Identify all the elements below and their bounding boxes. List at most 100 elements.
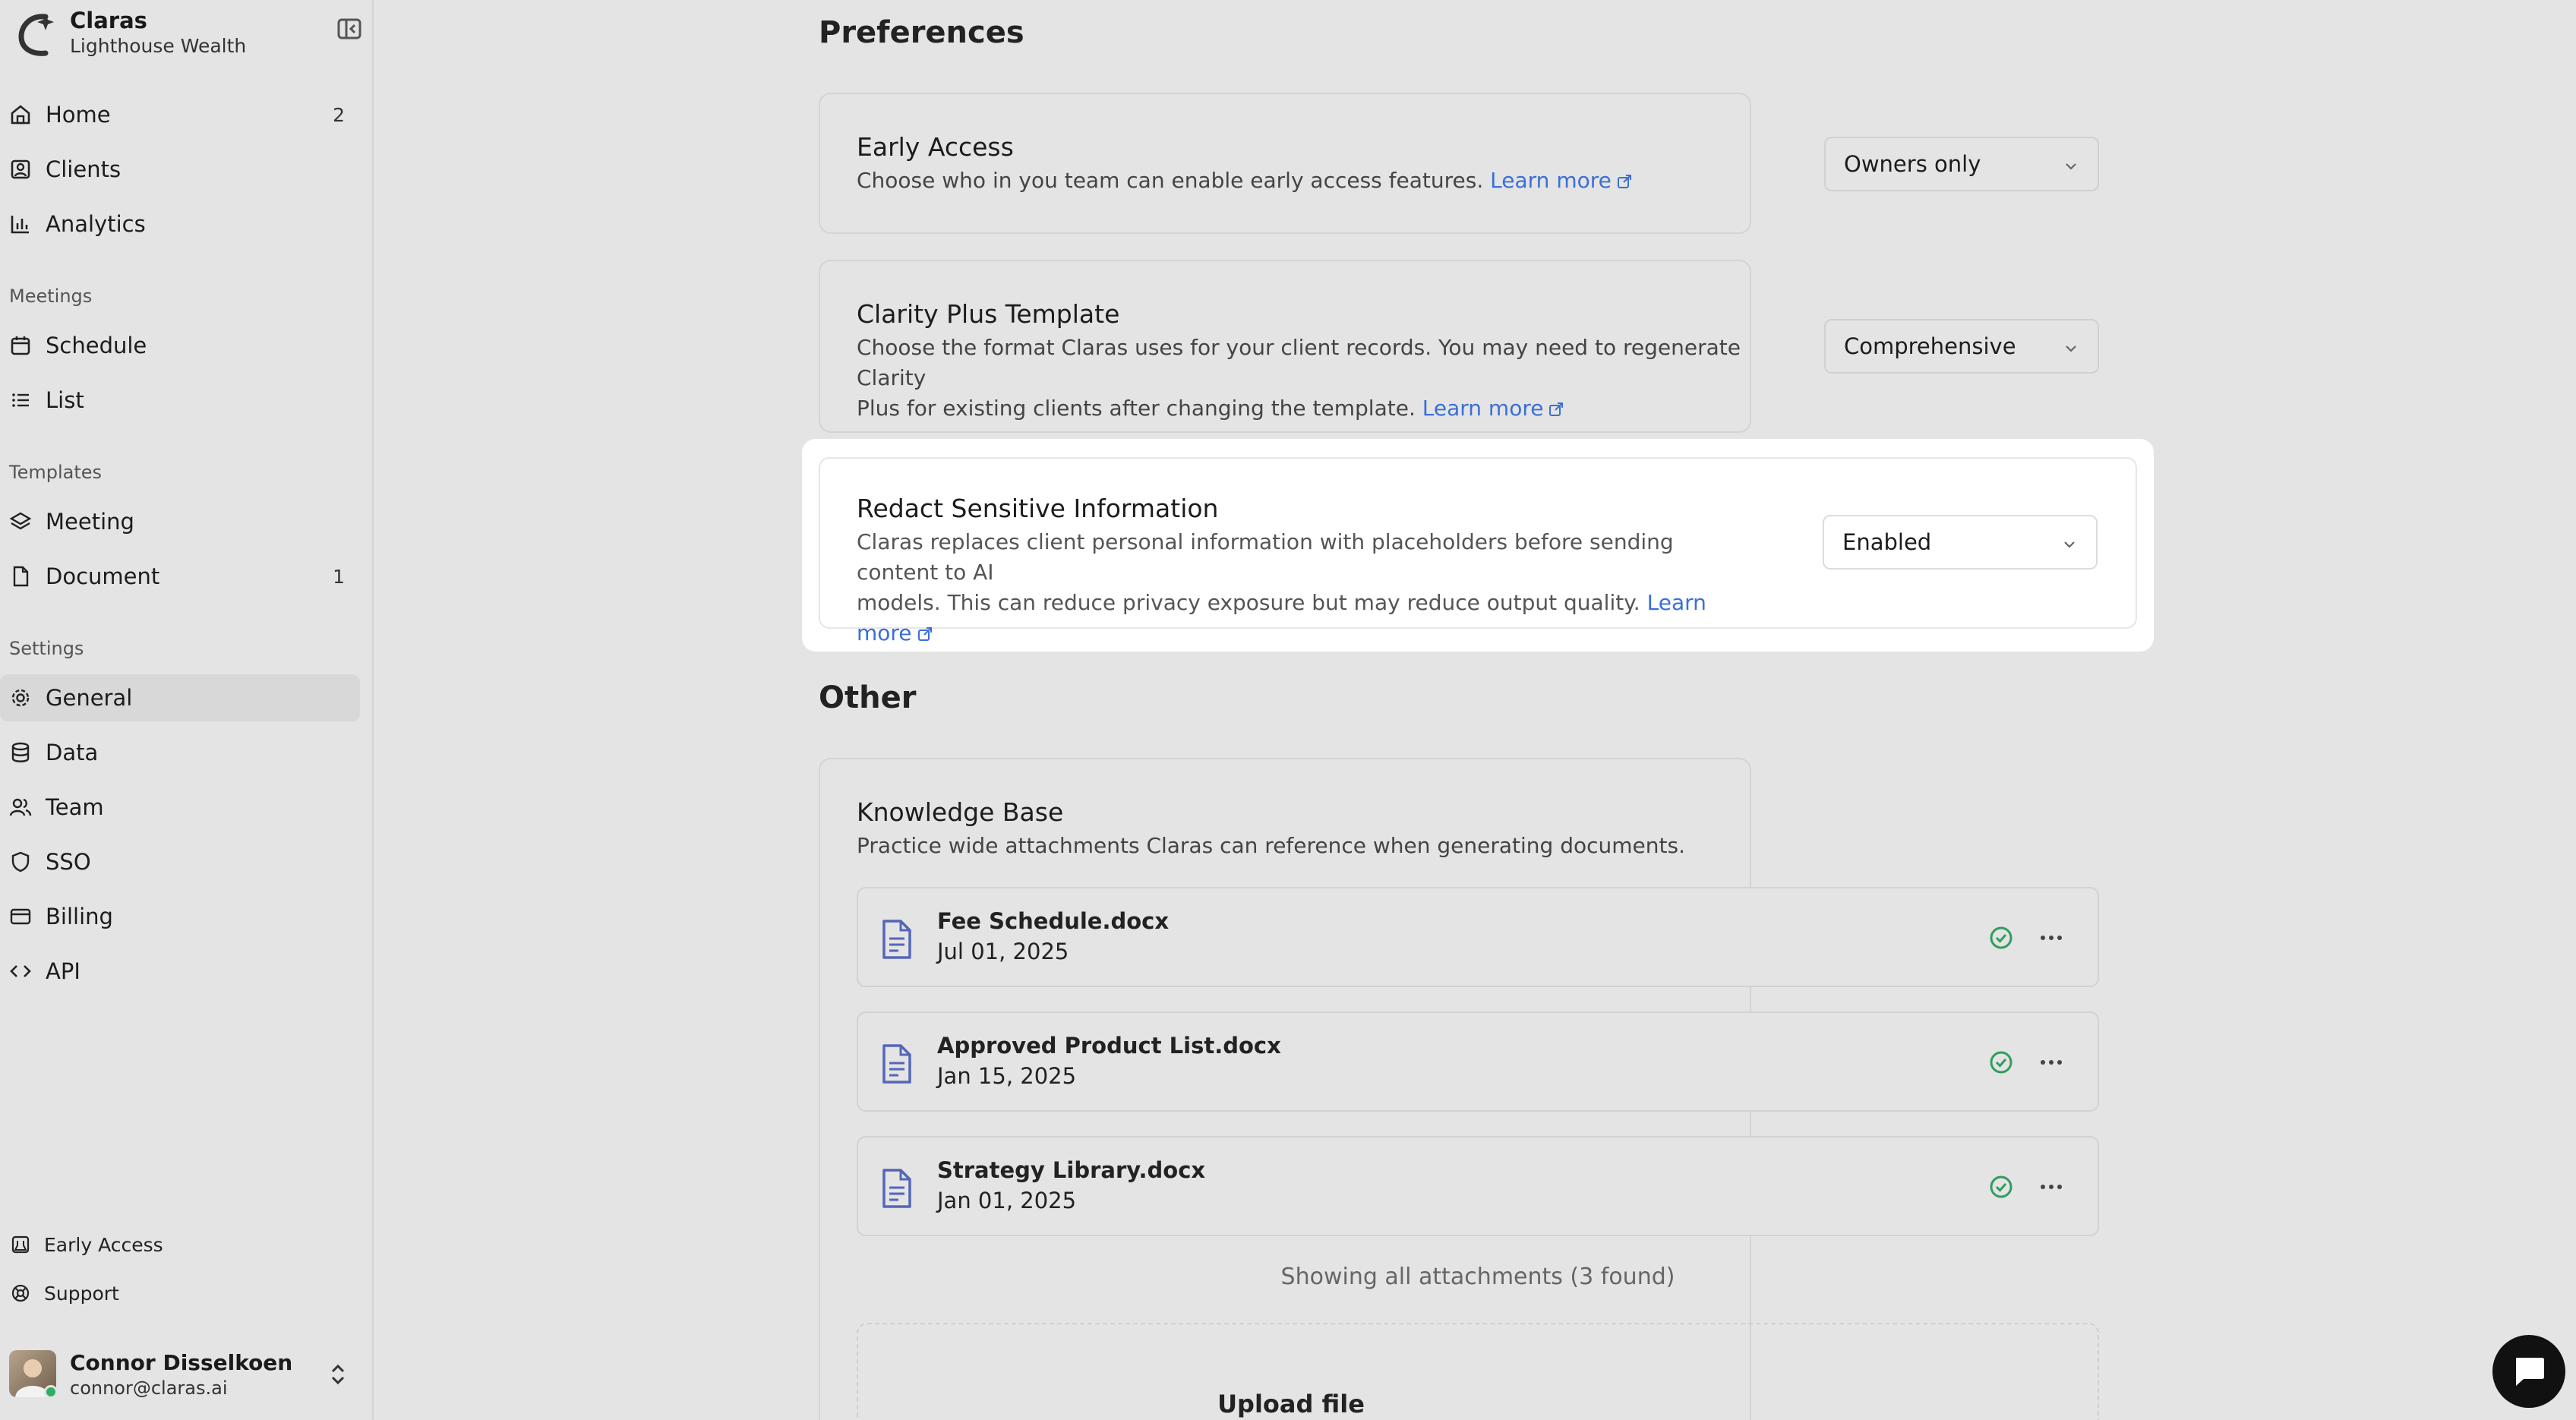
- file-text-icon: [882, 920, 911, 959]
- more-horizontal-icon[interactable]: [2038, 1175, 2064, 1198]
- learn-more-link[interactable]: Learn more: [1422, 396, 1565, 421]
- file-date: Jul 01, 2025: [937, 939, 1069, 964]
- main-content: Preferences Early Access Choose who in y…: [374, 0, 2576, 1420]
- sidebar-item-billing[interactable]: Billing: [0, 893, 360, 940]
- highlight-overlay: Redact Sensitive Information Claras repl…: [802, 439, 2154, 652]
- code-icon: [8, 958, 33, 984]
- section-title-settings: Settings: [9, 638, 84, 659]
- home-icon: [8, 102, 33, 128]
- card-title: Knowledge Base: [857, 797, 1064, 827]
- sidebar: Claras Lighthouse Wealth Home 2 Clients …: [0, 0, 374, 1420]
- user-email: connor@claras.ai: [70, 1377, 228, 1399]
- section-title-meetings: Meetings: [9, 286, 93, 307]
- organization-name: Lighthouse Wealth: [70, 35, 247, 57]
- online-status-dot: [44, 1385, 58, 1399]
- sidebar-item-general[interactable]: General: [0, 674, 360, 721]
- list-icon: [8, 387, 33, 413]
- check-circle-icon: [1990, 1051, 2012, 1074]
- card-title: Redact Sensitive Information: [857, 494, 1219, 523]
- sidebar-item-label: Support: [44, 1282, 119, 1305]
- clarity-plus-template-select[interactable]: Comprehensive: [1824, 319, 2099, 374]
- sidebar-item-label: Clients: [46, 156, 122, 182]
- more-horizontal-icon[interactable]: [2038, 926, 2064, 949]
- chevrons-up-down-icon[interactable]: [327, 1361, 349, 1388]
- redact-sensitive-info-card: Redact Sensitive Information Claras repl…: [819, 457, 2137, 645]
- upload-file-button[interactable]: Upload file: [881, 1362, 1701, 1420]
- card-title: Early Access: [857, 132, 1014, 162]
- sidebar-item-schedule[interactable]: Schedule: [0, 322, 360, 369]
- file-name: Fee Schedule.docx: [937, 908, 1170, 934]
- knowledge-base-card: Knowledge Base Practice wide attachments…: [819, 758, 2099, 1420]
- workspace-switcher[interactable]: Claras Lighthouse Wealth: [9, 5, 366, 58]
- check-circle-icon: [1990, 1175, 2012, 1198]
- sidebar-item-support[interactable]: Support: [0, 1274, 119, 1312]
- home-count-badge: 2: [333, 103, 345, 126]
- file-row[interactable]: Approved Product List.docx Jan 15, 2025: [857, 1011, 2099, 1112]
- sidebar-item-meeting-templates[interactable]: Meeting: [0, 498, 360, 545]
- sidebar-item-label: Schedule: [46, 333, 147, 358]
- sidebar-item-label: Data: [46, 740, 99, 765]
- file-date: Jan 01, 2025: [937, 1188, 1077, 1213]
- brand-name: Claras: [70, 8, 147, 33]
- sidebar-item-api[interactable]: API: [0, 948, 360, 995]
- sidebar-item-label: Home: [46, 102, 111, 128]
- sidebar-item-analytics[interactable]: Analytics: [0, 200, 360, 248]
- file-row[interactable]: Fee Schedule.docx Jul 01, 2025: [857, 887, 2099, 987]
- clients-icon: [8, 156, 33, 182]
- user-menu[interactable]: Connor Disselkoen connor@claras.ai: [0, 1344, 372, 1412]
- document-icon: [8, 563, 33, 589]
- chevron-down-icon: [2066, 163, 2076, 170]
- early-access-card: Early Access Choose who in you team can …: [819, 93, 2099, 234]
- flask-icon: [9, 1233, 32, 1256]
- file-name: Strategy Library.docx: [937, 1157, 1206, 1183]
- sidebar-collapse-icon[interactable]: [336, 15, 363, 43]
- document-count-badge: 1: [333, 565, 345, 588]
- card-description: Choose who in you team can enable early …: [857, 166, 1753, 196]
- upload-dropzone[interactable]: Upload file: [857, 1323, 2099, 1420]
- bar-chart-icon: [8, 211, 33, 237]
- sidebar-item-label: Meeting: [46, 509, 134, 535]
- users-icon: [8, 794, 33, 820]
- shield-icon: [8, 849, 33, 875]
- sidebar-item-label: General: [46, 685, 133, 711]
- attachments-count-text: Showing all attachments (3 found): [1280, 1264, 1675, 1290]
- life-buoy-icon: [9, 1282, 32, 1305]
- more-horizontal-icon[interactable]: [2038, 1051, 2064, 1074]
- sidebar-item-label: SSO: [46, 849, 91, 875]
- chat-icon: [2516, 1358, 2544, 1386]
- claras-logo-icon: [15, 9, 61, 58]
- sidebar-item-label: List: [46, 387, 84, 413]
- sidebar-item-label: Document: [46, 563, 160, 589]
- section-title-templates: Templates: [9, 462, 103, 483]
- gear-icon: [8, 685, 33, 711]
- file-text-icon: [882, 1044, 911, 1084]
- sidebar-item-label: Team: [46, 794, 104, 820]
- early-access-select[interactable]: Owners only: [1824, 137, 2099, 191]
- card-description: Practice wide attachments Claras can ref…: [857, 833, 1685, 858]
- sidebar-item-label: Analytics: [46, 211, 146, 237]
- sidebar-item-document-templates[interactable]: Document 1: [0, 553, 360, 600]
- sidebar-item-home[interactable]: Home 2: [0, 91, 360, 138]
- layers-icon: [8, 509, 33, 535]
- redact-sensitive-info-select[interactable]: Enabled: [1823, 515, 2098, 570]
- card-description: Choose the format Claras uses for your c…: [857, 335, 1741, 421]
- sidebar-item-label: API: [46, 958, 80, 984]
- file-name: Approved Product List.docx: [937, 1033, 1281, 1059]
- sidebar-item-clients[interactable]: Clients: [0, 146, 360, 193]
- chevron-down-icon: [2066, 346, 2076, 352]
- credit-card-icon: [8, 904, 33, 929]
- sidebar-item-data[interactable]: Data: [0, 729, 360, 776]
- user-name: Connor Disselkoen: [70, 1350, 293, 1375]
- sidebar-item-sso[interactable]: SSO: [0, 838, 360, 885]
- chat-support-button[interactable]: [2492, 1335, 2565, 1408]
- card-title: Clarity Plus Template: [857, 299, 1120, 329]
- sidebar-item-team[interactable]: Team: [0, 784, 360, 831]
- file-row[interactable]: Strategy Library.docx Jan 01, 2025: [857, 1136, 2099, 1236]
- file-text-icon: [882, 1169, 911, 1208]
- learn-more-link[interactable]: Learn more: [1490, 168, 1633, 193]
- sidebar-item-early-access[interactable]: Early Access: [0, 1226, 163, 1264]
- section-heading-other: Other: [819, 680, 917, 715]
- sidebar-item-list[interactable]: List: [0, 377, 360, 424]
- chevron-down-icon: [2064, 541, 2075, 548]
- clarity-plus-card: Clarity Plus Template Choose the format …: [819, 260, 2099, 433]
